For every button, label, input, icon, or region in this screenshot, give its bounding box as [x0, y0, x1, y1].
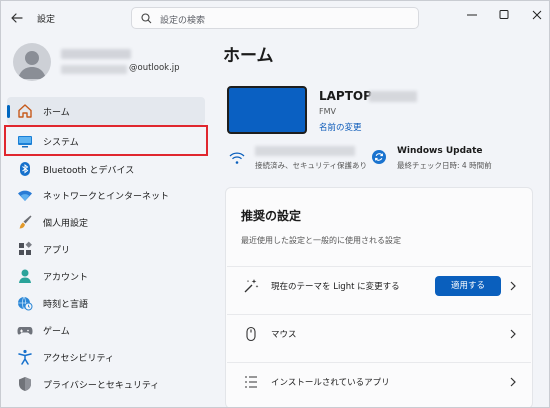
windows-update-last-check: 最終チェック日時: 4 時間前 — [397, 161, 492, 170]
active-indicator — [7, 105, 10, 118]
shield-icon — [17, 376, 33, 392]
close-icon[interactable] — [529, 8, 545, 22]
recommended-item-installed-apps[interactable]: インストールされているアプリ — [227, 362, 531, 400]
sidebar-item-label: アカウント — [43, 273, 89, 283]
gamepad-icon — [17, 322, 33, 338]
recommended-item-mouse[interactable]: マウス — [227, 314, 531, 352]
windows-update-title[interactable]: Windows Update — [397, 146, 483, 156]
search-icon — [141, 13, 152, 24]
recommended-settings-description: 最近使用した設定と一般的に使用される設定 — [241, 236, 401, 245]
sidebar-item-label: ゲーム — [43, 327, 70, 337]
search-placeholder: 設定の検索 — [160, 16, 206, 26]
highlight-frame — [4, 125, 208, 156]
window-title: 設定 — [37, 15, 56, 25]
sidebar-item-home[interactable]: ホーム — [7, 97, 205, 125]
page-title: ホーム — [223, 46, 274, 66]
chevron-right-icon — [509, 328, 517, 340]
network-name-redacted — [255, 146, 355, 156]
profile-email-redacted — [61, 65, 127, 74]
sidebar-item-personalization[interactable]: 個人用設定 — [7, 208, 205, 236]
sidebar-item-label: プライバシーとセキュリティ — [43, 381, 160, 391]
network-status: 接続済み、セキュリティ保護あり — [255, 161, 368, 170]
accessibility-icon — [17, 349, 33, 365]
title-bar: 設定 設定の検索 — [1, 1, 549, 35]
sidebar-item-label: アクセシビリティ — [43, 354, 115, 364]
globe-clock-icon — [17, 295, 33, 311]
device-name-redacted — [369, 91, 417, 102]
back-arrow-icon[interactable] — [9, 10, 25, 26]
sidebar-item-accessibility[interactable]: アクセシビリティ — [7, 343, 205, 371]
recommended-item-label: インストールされているアプリ — [271, 378, 390, 388]
settings-window: 設定 設定の検索 @outlook.jp ホーム システム Bluetooth … — [0, 0, 550, 408]
windows-update-icon — [371, 149, 387, 165]
sidebar-item-label: Bluetooth とデバイス — [43, 166, 135, 176]
sidebar-item-time-language[interactable]: 時刻と言語 — [7, 289, 205, 317]
wifi-status-icon — [229, 151, 245, 165]
sidebar-item-apps[interactable]: アプリ — [7, 235, 205, 263]
sidebar-item-network[interactable]: ネットワークとインターネット — [7, 181, 205, 209]
apps-icon — [17, 241, 33, 257]
device-wallpaper-thumbnail — [227, 86, 307, 134]
chevron-right-icon — [509, 280, 517, 292]
maximize-icon[interactable] — [496, 8, 512, 22]
profile-name-redacted — [61, 49, 131, 59]
profile-email: @outlook.jp — [129, 63, 180, 73]
search-input[interactable]: 設定の検索 — [131, 7, 419, 29]
recommended-settings-title: 推奨の設定 — [241, 209, 302, 223]
account-icon — [17, 268, 33, 284]
recommended-item-label: マウス — [271, 330, 297, 340]
theme-sparkle-icon — [243, 278, 259, 294]
device-model: FMV — [319, 107, 336, 116]
sidebar-item-label: 時刻と言語 — [43, 300, 89, 310]
avatar[interactable] — [13, 43, 51, 81]
sidebar-item-accounts[interactable]: アカウント — [7, 262, 205, 290]
sidebar-item-label: アプリ — [43, 246, 71, 256]
bluetooth-icon — [17, 161, 33, 177]
mouse-icon — [243, 326, 259, 342]
minimize-icon[interactable] — [464, 8, 480, 22]
sidebar-item-label: 個人用設定 — [43, 219, 89, 229]
list-icon — [243, 374, 259, 390]
sidebar-item-bluetooth[interactable]: Bluetooth とデバイス — [7, 155, 205, 183]
user-silhouette-icon — [18, 51, 46, 79]
brush-icon — [17, 214, 33, 230]
sidebar-item-label: ホーム — [43, 108, 70, 118]
wifi-icon — [17, 187, 33, 203]
sidebar-item-label: ネットワークとインターネット — [43, 192, 170, 202]
apply-button[interactable]: 適用する — [435, 276, 501, 296]
home-icon — [17, 103, 33, 119]
recommended-item-theme[interactable]: 現在のテーマを Light に変更する 適用する — [227, 266, 531, 304]
recommended-item-label: 現在のテーマを Light に変更する — [271, 282, 400, 292]
sidebar-item-gaming[interactable]: ゲーム — [7, 316, 205, 344]
sidebar-item-privacy[interactable]: プライバシーとセキュリティ — [7, 370, 205, 398]
rename-link[interactable]: 名前の変更 — [319, 121, 362, 133]
chevron-right-icon — [509, 376, 517, 388]
